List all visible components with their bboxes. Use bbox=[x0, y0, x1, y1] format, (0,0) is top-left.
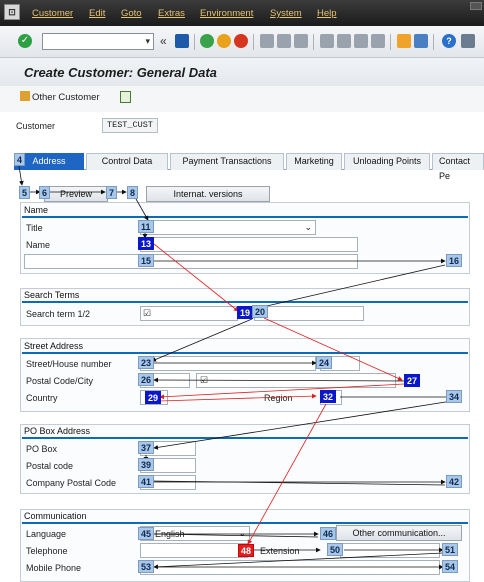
tab-order-arrow-red bbox=[247, 403, 327, 545]
tab-order-badge: 46 bbox=[320, 527, 337, 540]
tab-order-badge: 26 bbox=[138, 373, 155, 386]
tab-order-badge: 27 bbox=[404, 374, 421, 387]
tab-order-badge: 5 bbox=[19, 186, 31, 199]
tab-order-badge: 11 bbox=[138, 220, 154, 233]
tab-order-badge: 8 bbox=[127, 186, 139, 199]
tab-order-badge: 29 bbox=[145, 391, 162, 404]
tab-order-arrow bbox=[153, 533, 319, 538]
tab-order-badge: 24 bbox=[316, 356, 333, 369]
tab-order-arrow-red bbox=[153, 243, 239, 312]
tab-order-badge: 4 bbox=[14, 153, 26, 166]
tab-order-overlay bbox=[18, 165, 453, 570]
tab-order-badge: 39 bbox=[138, 458, 155, 471]
tab-order-badge: 42 bbox=[446, 475, 463, 488]
tab-order-arrow-red bbox=[159, 383, 405, 400]
tab-order-badge: 6 bbox=[39, 186, 51, 199]
tab-order-badge: 34 bbox=[446, 390, 463, 403]
tab-order-badge: 48 bbox=[238, 544, 255, 557]
tab-order-badge: 19 bbox=[237, 306, 254, 319]
tab-order-badge: 37 bbox=[138, 441, 155, 454]
tab-order-arrow bbox=[151, 318, 253, 362]
tab-order-badge: 16 bbox=[446, 254, 463, 267]
tab-order-badge: 32 bbox=[320, 390, 337, 403]
tab-order-badge: 51 bbox=[442, 543, 459, 556]
tab-order-badge: 13 bbox=[138, 237, 155, 250]
tab-order-badge: 41 bbox=[138, 475, 155, 488]
tab-order-badge: 53 bbox=[138, 560, 155, 573]
tab-order-arrow bbox=[153, 377, 405, 383]
tab-order-arrow bbox=[18, 165, 24, 186]
tab-order-arrow bbox=[135, 198, 149, 221]
tab-order-badge: 50 bbox=[327, 543, 344, 556]
tab-order-arrow bbox=[153, 400, 453, 450]
tab-order-badge: 15 bbox=[138, 254, 155, 267]
tab-order-badge: 7 bbox=[106, 186, 118, 199]
tab-order-arrow bbox=[153, 552, 444, 570]
tab-order-arrow-red bbox=[159, 393, 317, 402]
tab-order-badge: 20 bbox=[252, 305, 269, 318]
tab-order-arrow-red bbox=[263, 317, 403, 381]
tab-order-badge: 23 bbox=[138, 356, 155, 369]
tab-order-arrow bbox=[257, 264, 446, 310]
tab-order-badge: 45 bbox=[138, 527, 155, 540]
tab-order-badge: 54 bbox=[442, 560, 459, 573]
